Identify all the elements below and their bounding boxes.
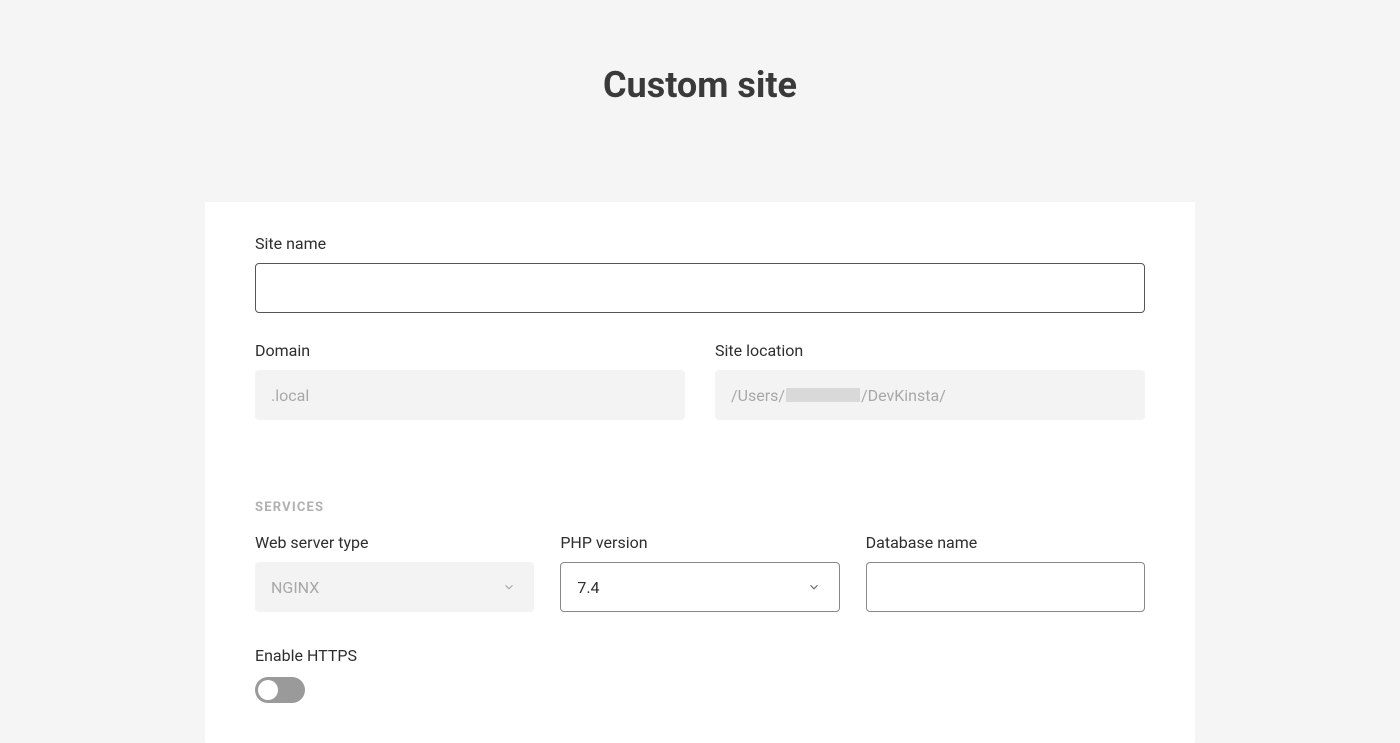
domain-display: .local: [255, 370, 685, 420]
services-heading: SERVICES: [255, 500, 1145, 515]
php-version-select[interactable]: 7.4: [560, 562, 839, 612]
site-name-input[interactable]: [255, 263, 1145, 313]
site-name-group: Site name: [255, 234, 1145, 313]
web-server-select: NGINX: [255, 562, 534, 612]
database-name-input[interactable]: [866, 562, 1145, 612]
site-name-label: Site name: [255, 234, 1145, 253]
domain-group: Domain .local: [255, 341, 685, 420]
web-server-label: Web server type: [255, 533, 534, 552]
enable-https-toggle[interactable]: [255, 677, 305, 703]
domain-label: Domain: [255, 341, 685, 360]
web-server-value: NGINX: [271, 578, 319, 597]
enable-https-label: Enable HTTPS: [255, 646, 1145, 665]
chevron-down-icon: [502, 580, 516, 594]
page-title: Custom site: [0, 0, 1400, 106]
form-card: Site name Domain .local Site location /U…: [205, 202, 1195, 743]
php-version-label: PHP version: [560, 533, 839, 552]
php-version-group: PHP version 7.4: [560, 533, 839, 612]
site-location-suffix: /DevKinsta/: [861, 386, 946, 405]
site-location-label: Site location: [715, 341, 1145, 360]
site-location-group: Site location /Users/ /DevKinsta/: [715, 341, 1145, 420]
redacted-username: [786, 388, 860, 402]
domain-value: .local: [271, 386, 309, 405]
database-name-group: Database name: [866, 533, 1145, 612]
database-name-label: Database name: [866, 533, 1145, 552]
enable-https-group: Enable HTTPS: [255, 646, 1145, 703]
site-location-prefix: /Users/: [731, 386, 785, 405]
site-location-display: /Users/ /DevKinsta/: [715, 370, 1145, 420]
web-server-group: Web server type NGINX: [255, 533, 534, 612]
chevron-down-icon: [807, 580, 821, 594]
toggle-knob: [258, 680, 278, 700]
php-version-value: 7.4: [577, 578, 599, 597]
